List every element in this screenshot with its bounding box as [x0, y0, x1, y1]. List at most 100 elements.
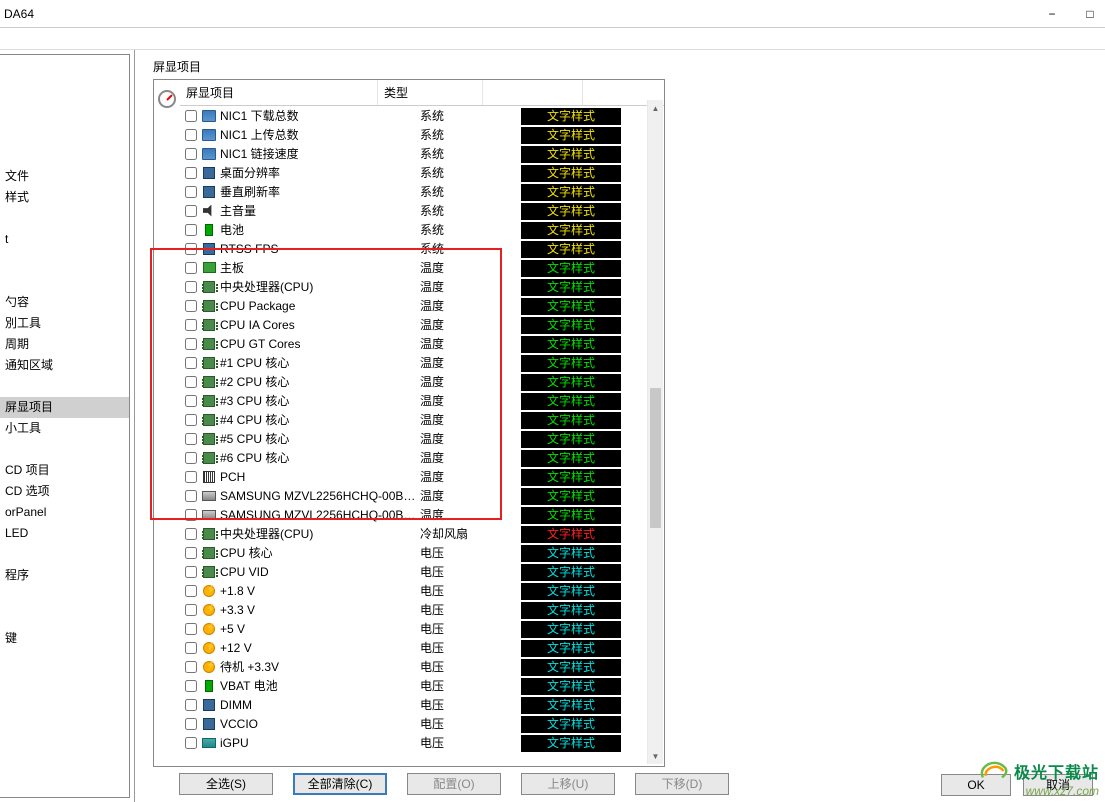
row-checkbox[interactable]	[185, 490, 197, 502]
table-row[interactable]: SAMSUNG MZVL2256HCHQ-00B00温度文字样式	[180, 486, 664, 505]
scroll-track[interactable]	[648, 116, 663, 748]
tree-item[interactable]: 通知区域	[0, 355, 129, 376]
table-row[interactable]: CPU 核心电压文字样式	[180, 543, 664, 562]
row-checkbox[interactable]	[185, 129, 197, 141]
move-up-button[interactable]: 上移(U)	[521, 773, 615, 795]
minimize-button[interactable]: −	[1045, 7, 1059, 21]
row-checkbox[interactable]	[185, 338, 197, 350]
header-item[interactable]: 屏显项目	[180, 80, 378, 105]
row-checkbox[interactable]	[185, 357, 197, 369]
tree-item[interactable]: LED	[0, 523, 129, 544]
row-style-badge: 文字样式	[521, 678, 621, 695]
table-row[interactable]: NIC1 上传总数系统文字样式	[180, 125, 664, 144]
row-checkbox[interactable]	[185, 585, 197, 597]
row-checkbox[interactable]	[185, 528, 197, 540]
row-checkbox[interactable]	[185, 471, 197, 483]
table-row[interactable]: #1 CPU 核心温度文字样式	[180, 353, 664, 372]
row-checkbox[interactable]	[185, 699, 197, 711]
table-row[interactable]: PCH温度文字样式	[180, 467, 664, 486]
row-checkbox[interactable]	[185, 547, 197, 559]
row-checkbox[interactable]	[185, 661, 197, 673]
table-row[interactable]: NIC1 下载总数系统文字样式	[180, 106, 664, 125]
table-row[interactable]: #4 CPU 核心温度文字样式	[180, 410, 664, 429]
row-checkbox[interactable]	[185, 205, 197, 217]
table-row[interactable]: CPU GT Cores温度文字样式	[180, 334, 664, 353]
row-checkbox[interactable]	[185, 300, 197, 312]
scroll-up-button[interactable]: ▲	[648, 100, 663, 116]
tree-item[interactable]: t	[0, 229, 129, 250]
tree-item[interactable]: 別工具	[0, 313, 129, 334]
table-row[interactable]: 待机 +3.3V电压文字样式	[180, 657, 664, 676]
row-checkbox[interactable]	[185, 718, 197, 730]
row-checkbox[interactable]	[185, 414, 197, 426]
table-row[interactable]: 中央处理器(CPU)温度文字样式	[180, 277, 664, 296]
row-checkbox[interactable]	[185, 281, 197, 293]
row-checkbox[interactable]	[185, 319, 197, 331]
scroll-down-button[interactable]: ▼	[648, 748, 663, 764]
row-checkbox[interactable]	[185, 376, 197, 388]
scroll-thumb[interactable]	[650, 388, 661, 528]
row-checkbox[interactable]	[185, 243, 197, 255]
row-checkbox[interactable]	[185, 452, 197, 464]
tree-item[interactable]: 程序	[0, 565, 129, 586]
table-row[interactable]: CPU VID电压文字样式	[180, 562, 664, 581]
row-checkbox[interactable]	[185, 680, 197, 692]
tree-item[interactable]: 文件	[0, 166, 129, 187]
table-row[interactable]: +3.3 V电压文字样式	[180, 600, 664, 619]
table-row[interactable]: 中央处理器(CPU)冷却风扇文字样式	[180, 524, 664, 543]
clear-all-button[interactable]: 全部清除(C)	[293, 773, 387, 795]
row-checkbox[interactable]	[185, 509, 197, 521]
move-down-button[interactable]: 下移(D)	[635, 773, 729, 795]
table-row[interactable]: +5 V电压文字样式	[180, 619, 664, 638]
row-checkbox[interactable]	[185, 566, 197, 578]
table-row[interactable]: NIC1 链接速度系统文字样式	[180, 144, 664, 163]
tree-item[interactable]: 周期	[0, 334, 129, 355]
tree-item[interactable]: orPanel	[0, 502, 129, 523]
table-row[interactable]: VBAT 电池电压文字样式	[180, 676, 664, 695]
row-checkbox[interactable]	[185, 395, 197, 407]
row-checkbox[interactable]	[185, 224, 197, 236]
row-checkbox[interactable]	[185, 737, 197, 749]
row-checkbox[interactable]	[185, 110, 197, 122]
select-all-button[interactable]: 全选(S)	[179, 773, 273, 795]
row-checkbox[interactable]	[185, 604, 197, 616]
cpu-icon	[203, 300, 215, 312]
table-row[interactable]: iGPU电压文字样式	[180, 733, 664, 752]
tree-item[interactable]: 小工具	[0, 418, 129, 439]
table-row[interactable]: +12 V电压文字样式	[180, 638, 664, 657]
table-row[interactable]: DIMM电压文字样式	[180, 695, 664, 714]
table-row[interactable]: SAMSUNG MZVL2256HCHQ-00B00 ...温度文字样式	[180, 505, 664, 524]
table-row[interactable]: CPU Package温度文字样式	[180, 296, 664, 315]
row-checkbox[interactable]	[185, 262, 197, 274]
config-button[interactable]: 配置(O)	[407, 773, 501, 795]
table-row[interactable]: RTSS FPS系统文字样式	[180, 239, 664, 258]
tree-item[interactable]: 样式	[0, 187, 129, 208]
maximize-button[interactable]: □	[1083, 7, 1097, 21]
row-checkbox[interactable]	[185, 433, 197, 445]
table-row[interactable]: #6 CPU 核心温度文字样式	[180, 448, 664, 467]
header-type[interactable]: 类型	[378, 80, 483, 105]
row-checkbox[interactable]	[185, 148, 197, 160]
table-row[interactable]: 电池系统文字样式	[180, 220, 664, 239]
table-row[interactable]: #2 CPU 核心温度文字样式	[180, 372, 664, 391]
row-checkbox[interactable]	[185, 642, 197, 654]
table-row[interactable]: 桌面分辨率系统文字样式	[180, 163, 664, 182]
table-row[interactable]: #5 CPU 核心温度文字样式	[180, 429, 664, 448]
table-row[interactable]: +1.8 V电压文字样式	[180, 581, 664, 600]
tree-item[interactable]: 屏显项目	[0, 397, 129, 418]
table-row[interactable]: VCCIO电压文字样式	[180, 714, 664, 733]
tree-item[interactable]: CD 项目	[0, 460, 129, 481]
table-row[interactable]: 主板温度文字样式	[180, 258, 664, 277]
header-style[interactable]	[483, 80, 583, 105]
tree-item[interactable]: 键	[0, 628, 129, 649]
row-checkbox[interactable]	[185, 623, 197, 635]
row-checkbox[interactable]	[185, 167, 197, 179]
scrollbar[interactable]: ▲ ▼	[647, 100, 663, 764]
row-checkbox[interactable]	[185, 186, 197, 198]
tree-item[interactable]: CD 选项	[0, 481, 129, 502]
table-row[interactable]: #3 CPU 核心温度文字样式	[180, 391, 664, 410]
tree-item[interactable]: 勺容	[0, 292, 129, 313]
table-row[interactable]: 垂直刷新率系统文字样式	[180, 182, 664, 201]
table-row[interactable]: 主音量系统文字样式	[180, 201, 664, 220]
table-row[interactable]: CPU IA Cores温度文字样式	[180, 315, 664, 334]
